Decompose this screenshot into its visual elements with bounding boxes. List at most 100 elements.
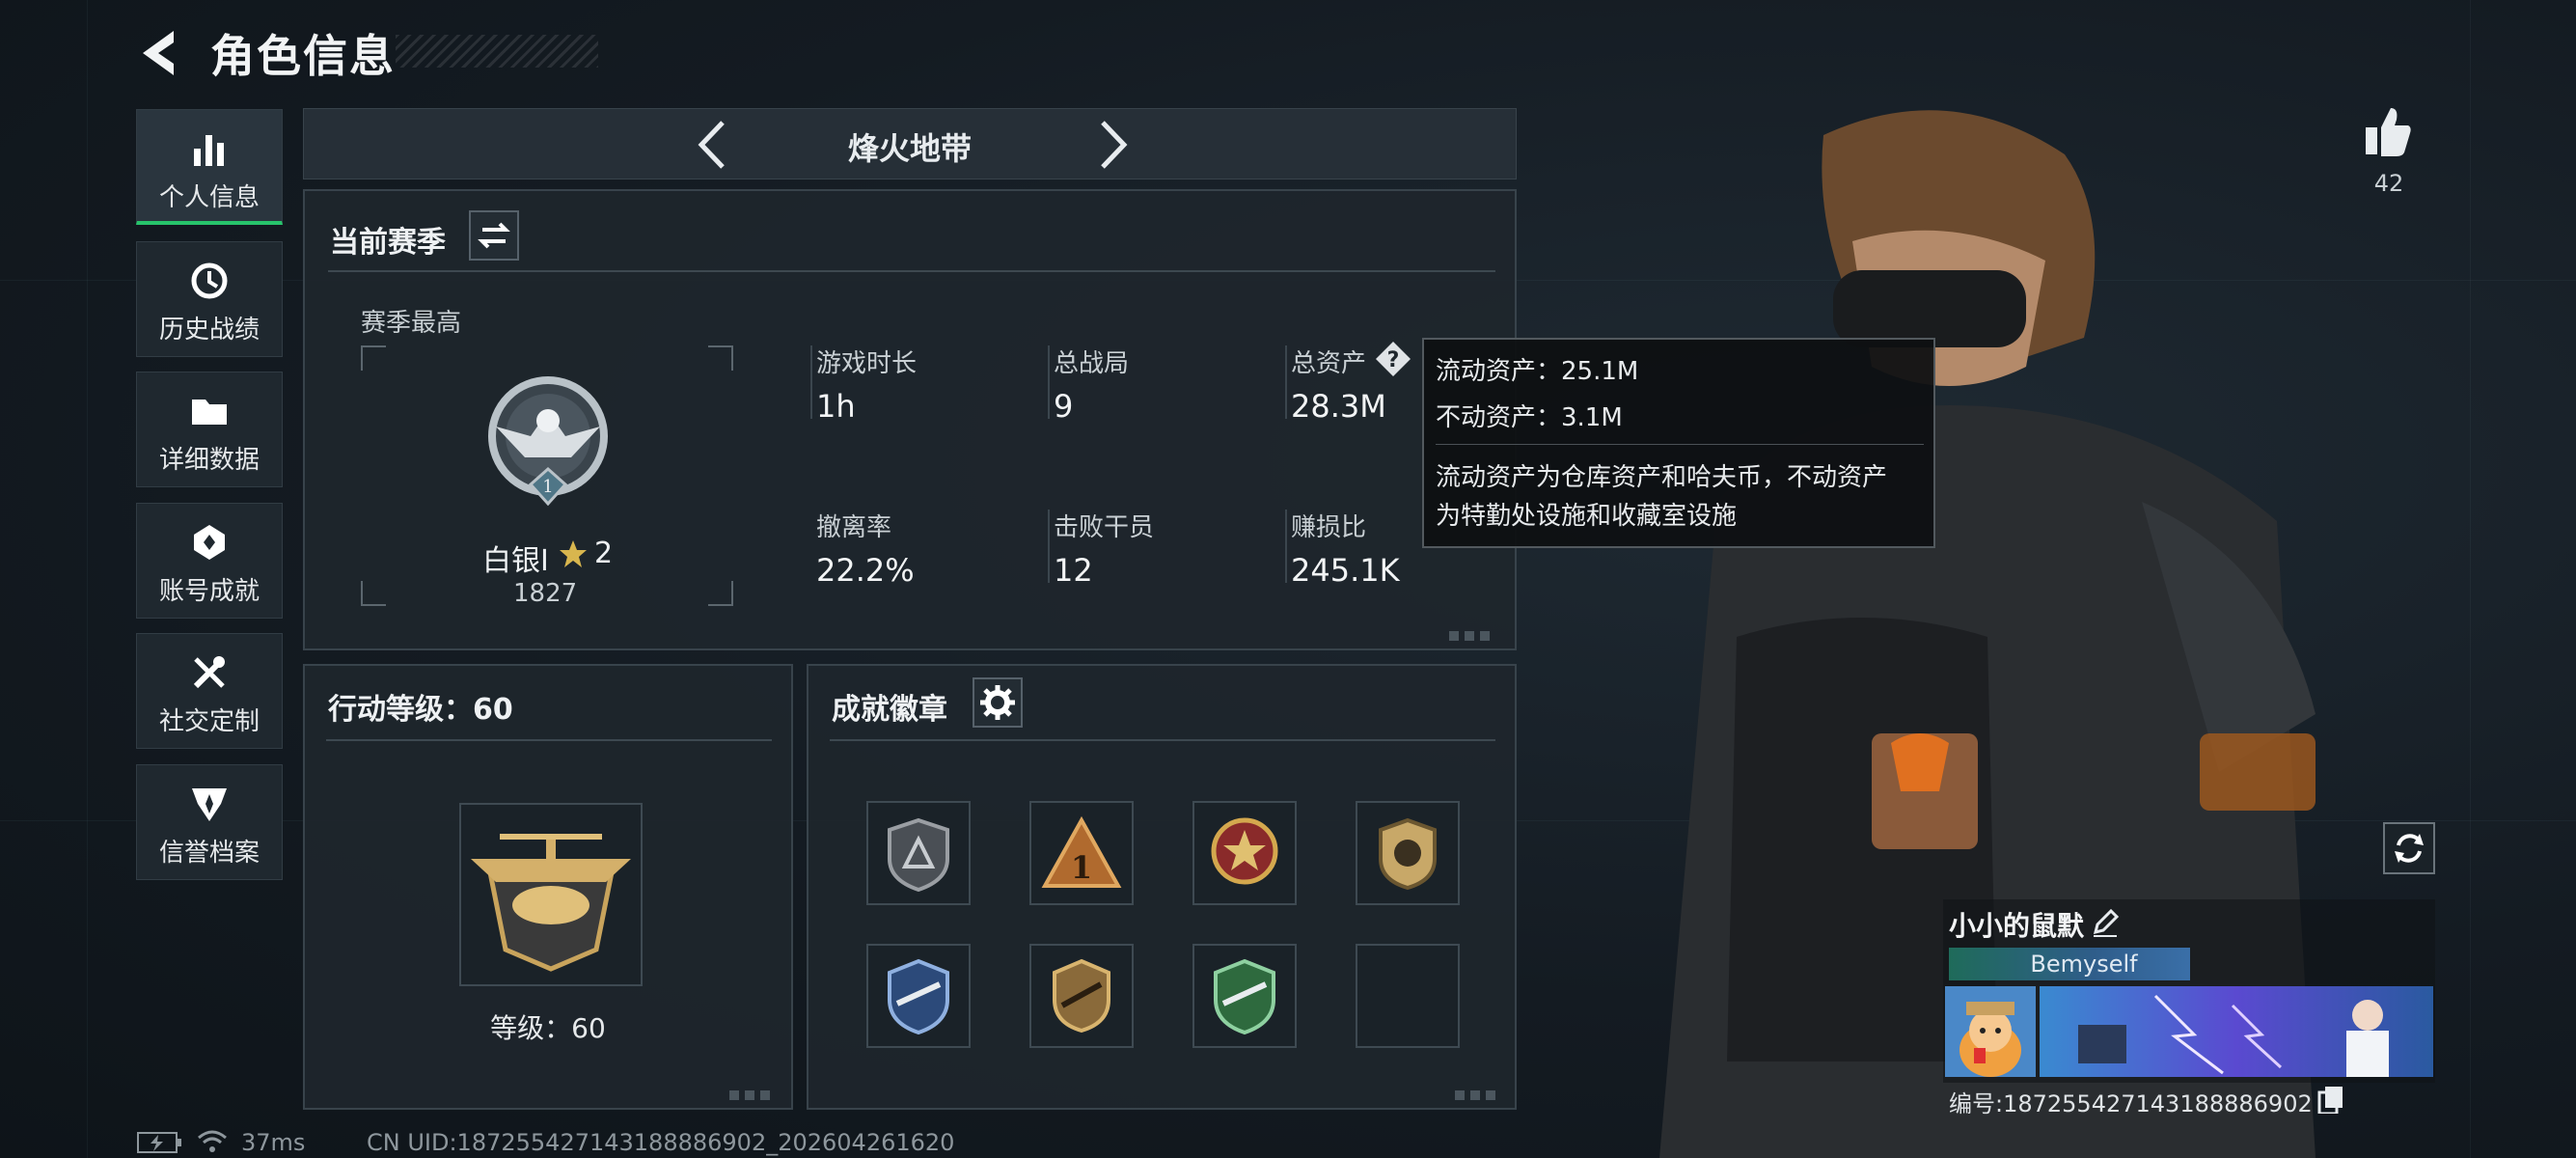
chevron-right-icon bbox=[1101, 121, 1128, 169]
divider bbox=[1048, 345, 1050, 419]
profile-card: 小小的鼠默 Bemyself bbox=[1943, 899, 2435, 1083]
stat-value: 245.1K bbox=[1291, 552, 1400, 589]
rank-name: 白银I bbox=[482, 544, 549, 578]
badge-slot[interactable] bbox=[1029, 944, 1134, 1048]
achievement-icon bbox=[194, 525, 225, 560]
badge-settings-button[interactable] bbox=[973, 677, 1023, 728]
badge-slot[interactable] bbox=[1356, 801, 1460, 905]
shield-badge-icon bbox=[888, 817, 949, 893]
svg-text:1: 1 bbox=[1071, 849, 1092, 886]
frame-corner bbox=[361, 345, 386, 371]
swap-icon bbox=[478, 222, 510, 249]
divider bbox=[1048, 510, 1050, 583]
like-count: 42 bbox=[2373, 170, 2404, 197]
edit-name-icon[interactable] bbox=[2090, 907, 2121, 938]
back-button[interactable] bbox=[135, 27, 183, 79]
uid-text: CN UID:187255427143188886902_20260426162… bbox=[367, 1129, 955, 1156]
sidebar-item-label: 社交定制 bbox=[158, 707, 260, 736]
green-weapon-badge-icon bbox=[1214, 958, 1275, 1035]
thumbs-up-icon bbox=[2366, 108, 2411, 156]
sidebar-item-history[interactable]: 历史战绩 bbox=[136, 241, 283, 357]
cat-avatar-icon bbox=[1945, 986, 2036, 1077]
frame-corner bbox=[361, 581, 386, 606]
divider bbox=[1285, 510, 1287, 583]
sidebar-item-social[interactable]: 社交定制 bbox=[136, 633, 283, 749]
tools-icon bbox=[193, 656, 225, 689]
stat-label: 游戏时长 bbox=[816, 349, 918, 378]
panel-decoration bbox=[729, 1090, 772, 1100]
title-decoration bbox=[396, 35, 598, 68]
divider bbox=[1436, 444, 1924, 445]
tooltip-description: 流动资产为仓库资产和哈夫币，不动资产 bbox=[1436, 463, 1888, 492]
badge-slot[interactable]: 1 bbox=[1029, 801, 1134, 905]
level-emblem-frame bbox=[459, 803, 643, 986]
player-tag-banner: Bemyself bbox=[1949, 948, 2190, 980]
next-mode-button[interactable] bbox=[1093, 119, 1132, 171]
rotate-character-button[interactable] bbox=[2383, 822, 2435, 874]
season-title: 当前赛季 bbox=[330, 226, 446, 260]
stat-value: 22.2% bbox=[816, 552, 915, 589]
sidebar-item-personal-info[interactable]: 个人信息 bbox=[136, 109, 283, 225]
badge-slot[interactable] bbox=[866, 801, 971, 905]
season-best-label: 赛季最高 bbox=[361, 309, 462, 338]
player-name: 小小的鼠默 bbox=[1949, 910, 2085, 942]
badge-slot[interactable] bbox=[866, 944, 971, 1048]
season-panel: 当前赛季 赛季最高 1 白银I 2 1827 游戏时长 1h 总战局 9 总资产… bbox=[303, 189, 1517, 650]
tooltip-liquid-assets: 流动资产：25.1M bbox=[1436, 357, 1639, 386]
stat-value: 9 bbox=[1054, 388, 1074, 425]
badge-slot[interactable] bbox=[1192, 801, 1297, 905]
badge-slot-empty[interactable] bbox=[1356, 944, 1460, 1048]
action-level-panel: 行动等级：60 等级：60 bbox=[303, 664, 793, 1110]
stat-label: 总资产 bbox=[1291, 349, 1367, 378]
network-ping: 37ms bbox=[241, 1129, 306, 1156]
mode-selector: 烽火地带 bbox=[303, 108, 1517, 179]
silver-rank-emblem: 1 bbox=[488, 376, 608, 507]
season-switch-button[interactable] bbox=[469, 210, 519, 261]
sidebar-item-achievements[interactable]: 账号成就 bbox=[136, 503, 283, 619]
page-title: 角色信息 bbox=[210, 30, 396, 82]
credibility-icon bbox=[192, 788, 227, 821]
panel-decoration bbox=[1455, 1090, 1497, 1100]
stat-label: 赚损比 bbox=[1291, 513, 1367, 542]
battery-icon bbox=[137, 1132, 181, 1153]
player-id: 编号:187255427143188886902 bbox=[1949, 1090, 2313, 1117]
avatar[interactable] bbox=[1945, 986, 2036, 1077]
rank-emblem-number: 1 bbox=[542, 477, 553, 497]
sidebar-item-label: 个人信息 bbox=[158, 183, 260, 212]
banner-image bbox=[2040, 986, 2433, 1077]
stat-value: 1h bbox=[816, 388, 856, 425]
tooltip-fixed-assets: 不动资产：3.1M bbox=[1436, 403, 1623, 432]
tooltip-description: 为特勤处设施和收藏室设施 bbox=[1436, 502, 1738, 531]
profile-banner bbox=[2040, 986, 2433, 1077]
rank-stars: 2 bbox=[594, 537, 614, 570]
assets-tooltip: 流动资产：25.1M 不动资产：3.1M 流动资产为仓库资产和哈夫币，不动资产 … bbox=[1422, 338, 1935, 548]
badge-slot[interactable] bbox=[1192, 944, 1297, 1048]
svg-text:?: ? bbox=[1387, 348, 1400, 372]
sidebar-item-credibility[interactable]: 信誉档案 bbox=[136, 764, 283, 880]
helicopter-emblem-icon bbox=[471, 834, 631, 972]
folder-icon bbox=[192, 400, 227, 425]
frame-corner bbox=[708, 345, 733, 371]
frame-corner bbox=[708, 581, 733, 606]
badges-title: 成就徽章 bbox=[832, 693, 947, 727]
medal-badge-icon bbox=[1211, 817, 1278, 885]
sidebar-item-label: 详细数据 bbox=[158, 446, 260, 475]
rank-score: 1827 bbox=[513, 579, 578, 608]
like-button[interactable] bbox=[2364, 104, 2414, 158]
sidebar-item-detailed-data[interactable]: 详细数据 bbox=[136, 372, 283, 487]
star-icon bbox=[560, 540, 587, 567]
refresh-icon bbox=[2395, 834, 2424, 863]
wifi-icon bbox=[198, 1130, 227, 1152]
mode-name: 烽火地带 bbox=[847, 130, 972, 167]
stat-label: 总战局 bbox=[1054, 349, 1130, 378]
badges-panel: 成就徽章 1 bbox=[807, 664, 1517, 1110]
stat-value: 28.3M bbox=[1291, 388, 1386, 425]
stat-label: 击败干员 bbox=[1054, 513, 1155, 542]
sidebar-item-label: 信誉档案 bbox=[158, 839, 260, 868]
divider bbox=[1285, 345, 1287, 419]
blue-weapon-badge-icon bbox=[888, 958, 949, 1035]
stat-label: 撤离率 bbox=[816, 513, 892, 542]
help-icon[interactable]: ? bbox=[1374, 340, 1412, 378]
copy-icon[interactable] bbox=[2317, 1085, 2344, 1114]
triangle-badge-icon: 1 bbox=[1041, 815, 1122, 888]
